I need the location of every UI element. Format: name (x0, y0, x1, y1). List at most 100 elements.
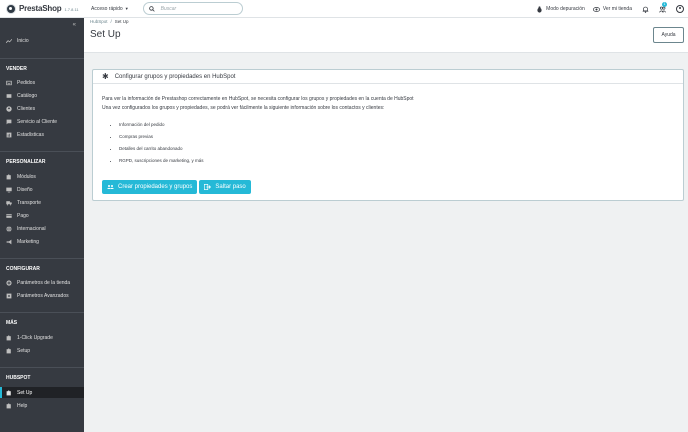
globe-icon (6, 225, 12, 232)
sidebar-item-marketing[interactable]: Marketing (0, 236, 84, 247)
settings-box-icon (6, 293, 12, 299)
sidebar-item-hubspot-help[interactable]: Help (0, 400, 84, 411)
asterisk-icon: ✱ (102, 71, 109, 81)
sidebar-item-modulos[interactable]: Módulos (0, 171, 84, 182)
breadcrumb-parent-link[interactable]: HubSpot (90, 19, 108, 24)
debug-mode-link[interactable]: Modo depuración (536, 5, 585, 13)
notifications-button[interactable] (642, 6, 649, 13)
hubspot-setup-panel: ✱ Configurar grupos y propiedades en Hub… (92, 69, 684, 201)
sidebar-item-transporte[interactable]: Transporte (0, 197, 84, 208)
sidebar-item-1click-upgrade[interactable]: 1-Click Upgrade (0, 332, 84, 343)
view-store-link[interactable]: Ver mi tienda (592, 6, 632, 13)
sidebar-item-pago[interactable]: Pago (0, 210, 84, 221)
help-button[interactable]: Ayuda (653, 27, 684, 43)
sidebar-item-label: Diseño (17, 186, 33, 193)
sidebar-item-label: Catálogo (17, 92, 38, 99)
sidebar-item-label: Internacional (17, 225, 46, 232)
account-circle-icon (6, 105, 12, 112)
list-item: Compras previas (119, 131, 683, 143)
puzzle-icon (6, 389, 12, 396)
eye-icon (592, 6, 600, 12)
search-icon (148, 5, 155, 12)
megaphone-icon (6, 239, 12, 245)
sidebar-item-label: Estadísticas (17, 131, 44, 138)
breadcrumb: HubSpot / Set Up (90, 19, 129, 24)
create-properties-label: Crear propiedades y grupos (118, 184, 193, 190)
skip-step-button[interactable]: Saltar paso (199, 180, 251, 194)
sidebar-item-hubspot-setup[interactable]: Set Up (0, 387, 84, 398)
debug-mode-label: Modo depuración (546, 6, 585, 12)
intro-line-2: Una vez configurados los grupos y propie… (102, 105, 385, 111)
truck-icon (6, 200, 12, 206)
section-hubspot: HUBSPOT (6, 375, 31, 381)
employee-notifications-button[interactable]: 1 (659, 1, 667, 13)
search-box[interactable]: Buscar (142, 2, 243, 15)
users-icon (659, 6, 666, 13)
quick-access-label: Acceso rápido (91, 5, 123, 12)
sidebar-item-label: 1-Click Upgrade (17, 334, 53, 341)
header-actions: Modo depuración Ver mi tienda 1 (528, 0, 684, 18)
puzzle-icon (6, 402, 12, 409)
sidebar-item-clientes[interactable]: Clientes (0, 103, 84, 114)
quick-access-dropdown[interactable]: Acceso rápido ▼ (91, 6, 129, 12)
page-header: HubSpot / Set Up Set Up Ayuda (84, 18, 688, 53)
store-icon (6, 93, 12, 99)
group-icon (107, 185, 114, 189)
panel-actions: Crear propiedades y grupos Saltar paso (102, 180, 253, 194)
list-item: Detalles del carrito abandonado (119, 143, 683, 155)
feature-list: Información del pedido Compras previas D… (102, 119, 683, 167)
credit-card-icon (6, 213, 12, 219)
sidebar-item-servicio[interactable]: Servicio al Cliente (0, 116, 84, 127)
logo-text: PrestaShop (19, 4, 62, 13)
panel-header: ✱ Configurar grupos y propiedades en Hub… (93, 70, 683, 84)
sidebar-item-parametros-avanzados[interactable]: Parámetros Avanzados (0, 290, 84, 301)
prestashop-logo-icon (6, 3, 16, 14)
collapse-menu-icon[interactable]: « (73, 22, 76, 28)
employee-avatar[interactable] (676, 5, 684, 13)
sidebar-item-label: Help (17, 402, 28, 409)
monitor-icon (6, 187, 12, 193)
sidebar-item-internacional[interactable]: Internacional (0, 223, 84, 234)
sidebar-divider (0, 258, 84, 259)
caret-down-icon: ▼ (124, 6, 129, 11)
bar-chart-icon (6, 132, 12, 138)
notifications-badge: 1 (662, 1, 667, 7)
sidebar-item-setup[interactable]: Setup (0, 345, 84, 356)
list-item: RGPD, suscripciones de marketing, y más (119, 155, 683, 167)
sidebar-item-pedidos[interactable]: Pedidos (0, 77, 84, 88)
inbox-icon (6, 80, 12, 86)
section-mas: MÁS (6, 320, 18, 326)
breadcrumb-separator: / (110, 19, 112, 24)
sidebar-item-label: Servicio al Cliente (17, 118, 58, 125)
section-personalizar: PERSONALIZAR (6, 159, 46, 165)
sidebar-item-label: Parámetros Avanzados (17, 292, 69, 299)
sidebar-item-parametros-tienda[interactable]: Parámetros de la tienda (0, 277, 84, 288)
gear-icon (6, 279, 12, 286)
sidebar-item-label: Transporte (17, 199, 41, 206)
intro-line-1: Para ver la información de Prestashop co… (102, 96, 414, 102)
view-store-label: Ver mi tienda (602, 6, 632, 12)
sidebar-item-estadisticas[interactable]: Estadísticas (0, 129, 84, 140)
sidebar-item-inicio[interactable]: Inicio (0, 35, 84, 46)
search-input[interactable]: Buscar (161, 6, 177, 12)
puzzle-icon (6, 173, 12, 180)
sidebar-item-catalogo[interactable]: Catálogo (0, 90, 84, 101)
sidebar-item-label: Pedidos (17, 79, 36, 86)
trending-icon (6, 38, 12, 44)
sidebar-divider (0, 151, 84, 152)
sidebar-item-label: Clientes (17, 105, 36, 112)
sidebar-divider (0, 367, 84, 368)
puzzle-icon (6, 347, 12, 354)
sidebar-item-diseno[interactable]: Diseño (0, 184, 84, 195)
sidebar-item-label: Parámetros de la tienda (17, 279, 71, 286)
sidebar-item-label: Pago (17, 212, 29, 219)
sidebar: « Inicio VENDER Pedidos Catálogo Cliente… (0, 18, 84, 432)
sidebar-divider (0, 312, 84, 313)
sidebar-item-label: Módulos (17, 173, 36, 180)
prestashop-logo[interactable]: PrestaShop 1.7.8.11 (0, 0, 84, 18)
create-properties-button[interactable]: Crear propiedades y grupos (102, 180, 198, 194)
version-label: 1.7.8.11 (64, 7, 79, 12)
sidebar-item-label: Inicio (17, 37, 29, 44)
sidebar-item-label: Marketing (17, 238, 39, 245)
panel-title: Configurar grupos y propiedades en HubSp… (114, 73, 236, 80)
